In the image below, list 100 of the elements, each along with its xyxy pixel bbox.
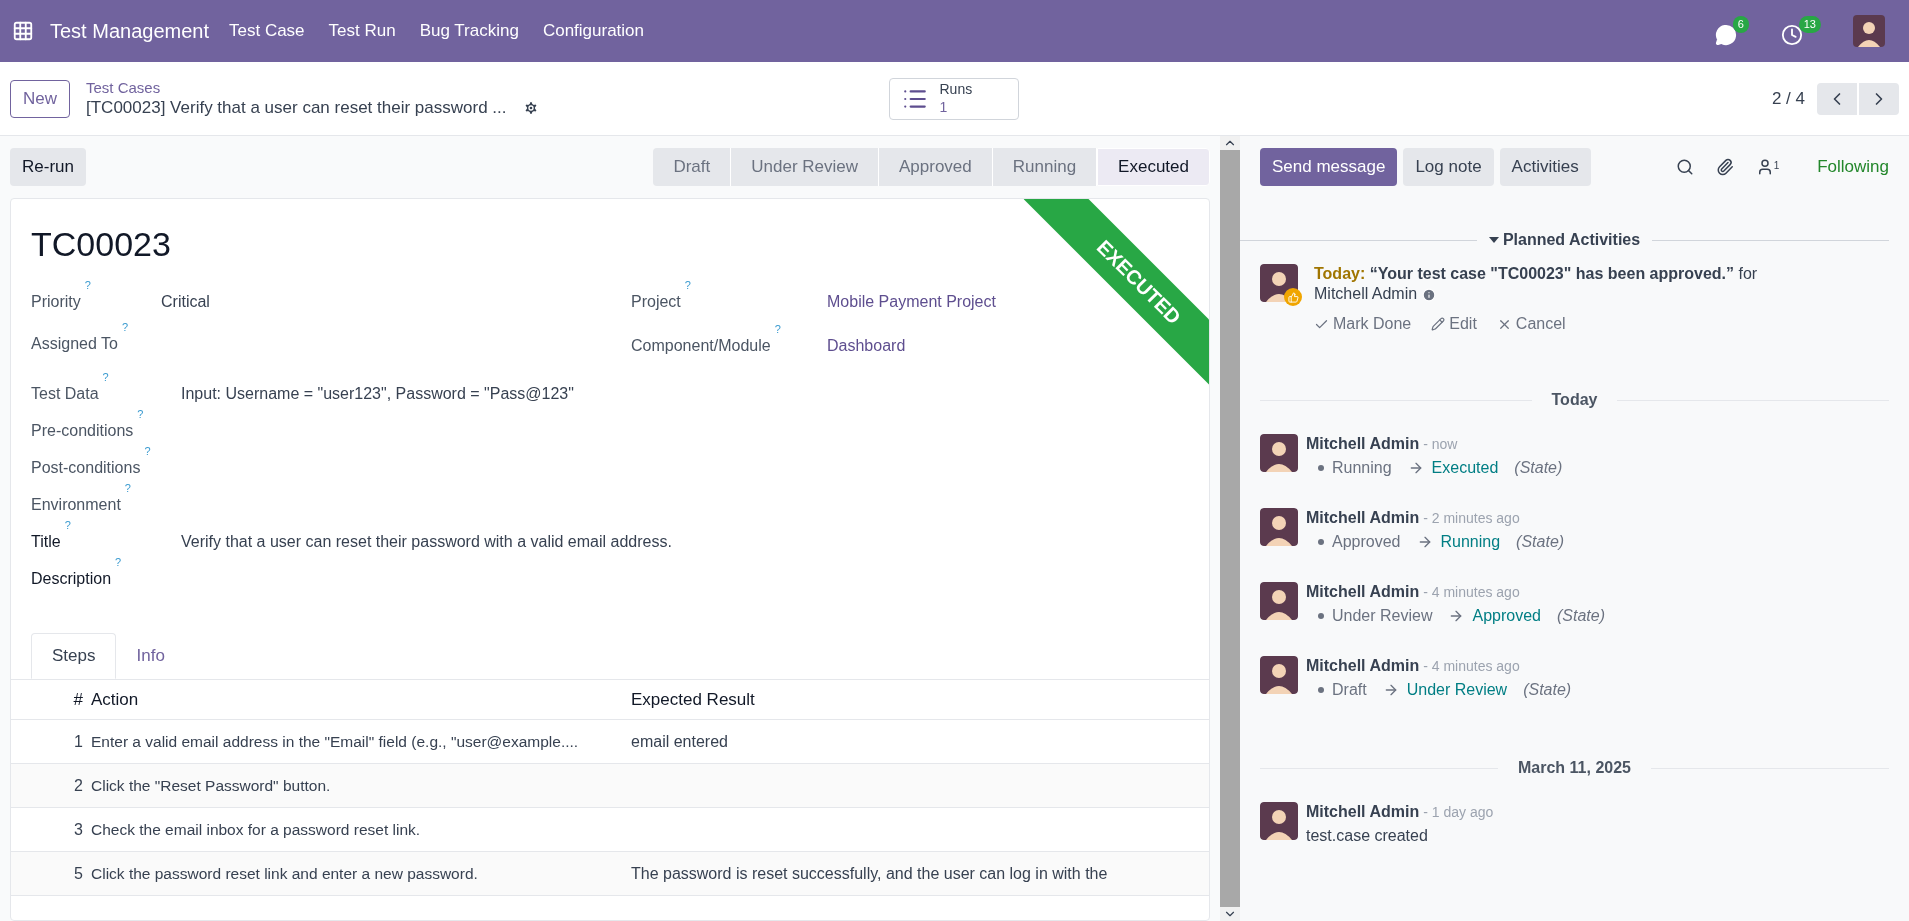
nav-menu-item[interactable]: Test Case	[229, 18, 305, 44]
count-badge: 13	[1798, 16, 1821, 33]
new-button[interactable]: New	[10, 79, 70, 118]
new-value: Approved	[1472, 606, 1541, 626]
bullet-icon	[1318, 539, 1324, 545]
avatar	[1260, 508, 1298, 546]
activity-action[interactable]: Cancel	[1496, 312, 1566, 336]
table-cell: Enter a valid email address in the "Email" field (e.g., "user@example....	[91, 732, 579, 750]
activity-action[interactable]: Edit	[1431, 312, 1477, 336]
field-label: Title	[31, 532, 61, 552]
table-cell: Click the "Reset Password" button.	[91, 776, 331, 794]
column-header: Expected Result	[631, 688, 755, 711]
field-value: Critical	[161, 292, 210, 312]
field-label: Component/Module	[631, 336, 771, 356]
settings-icon[interactable]	[522, 99, 539, 116]
old-value: Under Review	[1332, 606, 1433, 626]
avatar	[1260, 582, 1298, 620]
chatter-button[interactable]: Log note	[1403, 148, 1494, 186]
user-avatar[interactable]	[1853, 15, 1885, 47]
message-time: - 4 minutes ago	[1423, 658, 1520, 676]
avatar	[1260, 264, 1298, 302]
field-label: Description	[31, 569, 112, 589]
table-cell-text: email entered	[631, 731, 728, 752]
avatar	[1260, 656, 1298, 694]
field-name: (State)	[1516, 532, 1565, 552]
field-link[interactable]: Mobile Payment Project	[827, 290, 996, 314]
re-run-button[interactable]: Re-run	[10, 148, 86, 186]
following-button[interactable]: Following	[1817, 154, 1889, 180]
old-value: Draft	[1332, 680, 1367, 700]
nav-menu-item[interactable]: Test Run	[328, 18, 396, 44]
author-name[interactable]: Mitchell Admin	[1306, 508, 1420, 528]
old-value: Running	[1332, 458, 1392, 478]
field-label: Post-conditions	[31, 458, 141, 478]
field-label: Assigned To	[31, 334, 118, 354]
status-stage[interactable]: Executed	[1097, 148, 1210, 186]
apps-menu-icon[interactable]	[12, 20, 34, 42]
new-value: Under Review	[1406, 680, 1508, 700]
chatter-button[interactable]: Send message	[1260, 148, 1398, 186]
table-cell-text: 3	[73, 819, 84, 840]
column-header: #	[72, 688, 84, 711]
author-name[interactable]: Mitchell Admin	[1306, 434, 1420, 454]
nav-menu-item[interactable]: Bug Tracking	[419, 18, 519, 44]
author-name[interactable]: Mitchell Admin	[1306, 582, 1420, 602]
author-name[interactable]: Mitchell Admin	[1306, 802, 1420, 822]
field-label: Test Data	[31, 384, 99, 404]
section-title[interactable]: Planned Activities	[1476, 228, 1653, 252]
field-value: Verify that a user can reset their password with a valid email address.	[181, 532, 672, 552]
field-name: (State)	[1523, 680, 1572, 700]
paperclip-icon[interactable]	[1715, 158, 1734, 176]
author-name[interactable]: Mitchell Admin	[1306, 656, 1420, 676]
status-stage[interactable]: Draft	[653, 148, 732, 186]
avatar	[1260, 434, 1298, 472]
table-cell-text: 2	[73, 775, 84, 796]
search-icon[interactable]	[1675, 158, 1694, 176]
field-name: (State)	[1514, 458, 1563, 478]
field-name: (State)	[1557, 606, 1605, 626]
new-value: Executed	[1431, 458, 1499, 478]
date-separator: March 11, 2025	[1517, 758, 1632, 778]
messages-icon[interactable]	[1714, 24, 1737, 46]
message-body: test.case created	[1306, 826, 1429, 846]
message-time: - 1 day ago	[1423, 804, 1494, 822]
activity-summary: Today: “Your test case "TC00023" has been approved.” for Mitchell Admin	[1314, 264, 1758, 304]
column-header: Action	[91, 688, 140, 711]
table-cell: Click the password reset link and enter a new password.	[91, 864, 478, 882]
table-cell: Check the email inbox for a password reset link.	[91, 820, 421, 838]
field-label: Environment	[31, 495, 121, 515]
status-stage[interactable]: Running	[992, 148, 1098, 186]
pager-value: 2 / 4	[1771, 87, 1805, 110]
clock-icon[interactable]	[1780, 24, 1803, 46]
bullet-icon	[1318, 687, 1324, 693]
field-label: Priority	[31, 292, 81, 312]
message-time: - 4 minutes ago	[1423, 584, 1520, 602]
notebook-tab[interactable]: Info	[116, 633, 185, 679]
old-value: Approved	[1332, 532, 1401, 552]
thumbs-up-icon	[1284, 288, 1302, 306]
breadcrumb-link[interactable]: Test Cases	[86, 78, 539, 98]
table-cell-text: The password is reset successfully, and the user can log in with the	[631, 863, 1108, 884]
chatter-button[interactable]: Activities	[1499, 148, 1591, 186]
date-separator: Today	[1550, 390, 1599, 410]
scrollbar[interactable]	[1220, 136, 1240, 921]
avatar	[1260, 802, 1298, 840]
field-label: Pre-conditions	[31, 421, 134, 441]
activity-action[interactable]: Mark Done	[1314, 312, 1412, 336]
followers-count: 1	[1773, 159, 1780, 173]
new-value: Running	[1440, 532, 1501, 552]
bullet-icon	[1318, 465, 1324, 471]
runs-smart-button[interactable]: Runs 1	[888, 77, 1019, 120]
caret-icon	[1488, 237, 1499, 243]
field-label: Project	[631, 292, 681, 312]
record-title: [TC00023] Verify that a user can reset their password ...	[86, 97, 507, 119]
field-link[interactable]: Dashboard	[827, 334, 906, 358]
nav-menu-item[interactable]: Configuration	[542, 18, 645, 44]
message-time: - now	[1423, 436, 1458, 454]
app-title[interactable]: Test Management	[50, 16, 209, 46]
status-stage[interactable]: Approved	[879, 148, 993, 186]
pencil-icon	[1431, 317, 1446, 331]
info-icon[interactable]	[1421, 287, 1436, 302]
message-time: - 2 minutes ago	[1423, 510, 1520, 528]
status-stage[interactable]: Under Review	[731, 148, 879, 186]
notebook-tab[interactable]: Steps	[31, 633, 117, 679]
